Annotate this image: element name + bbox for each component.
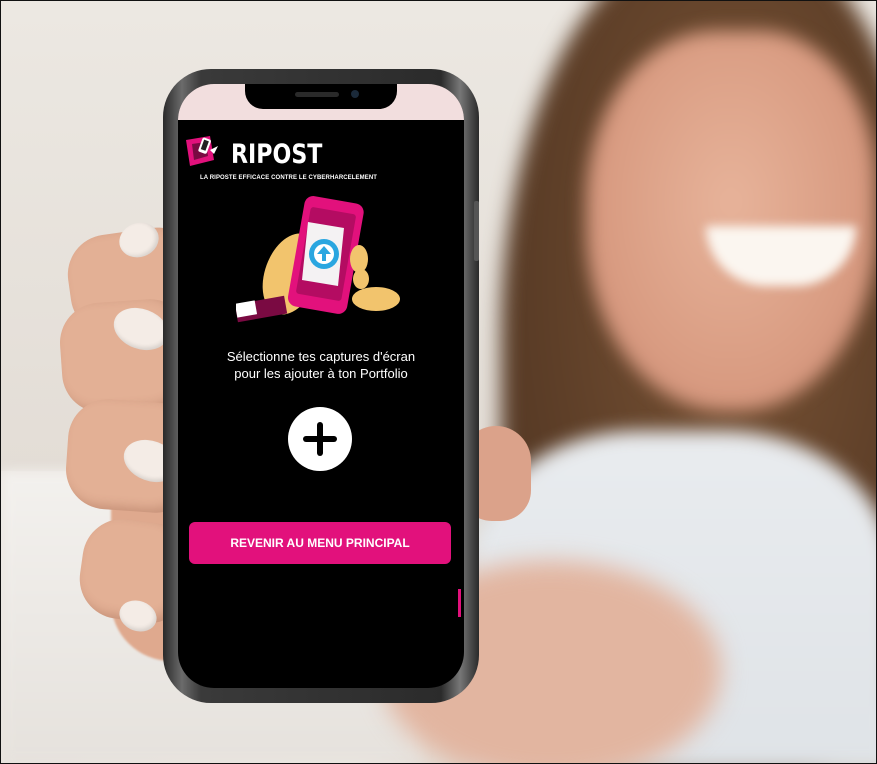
camera-icon [351, 90, 359, 98]
upload-instruction: Sélectionne tes captures d'écran pour le… [188, 348, 454, 382]
instruction-line-2: pour les ajouter à ton Portfolio [234, 366, 408, 381]
phone-screen: RIPOST LA RIPOSTE EFFICACE CONTRE LE CYB… [178, 84, 464, 688]
add-screenshot-button[interactable] [288, 407, 352, 471]
speaker-icon [295, 92, 339, 97]
phone-notch [245, 84, 397, 109]
phone-upload-illustration-icon [234, 194, 406, 324]
instruction-line-1: Sélectionne tes captures d'écran [226, 349, 416, 364]
scroll-indicator [458, 589, 461, 617]
app-title: RIPOST [231, 139, 323, 170]
woman-face [586, 31, 876, 411]
photo-frame: RIPOST LA RIPOSTE EFFICACE CONTRE LE CYB… [0, 0, 877, 764]
phone-side-button [474, 201, 479, 261]
app-tagline: LA RIPOSTE EFFICACE CONTRE LE CYBERHARCE… [200, 175, 378, 181]
back-to-main-menu-button[interactable]: REVENIR AU MENU PRINCIPAL [189, 522, 451, 564]
ripost-logo-icon [184, 134, 224, 170]
